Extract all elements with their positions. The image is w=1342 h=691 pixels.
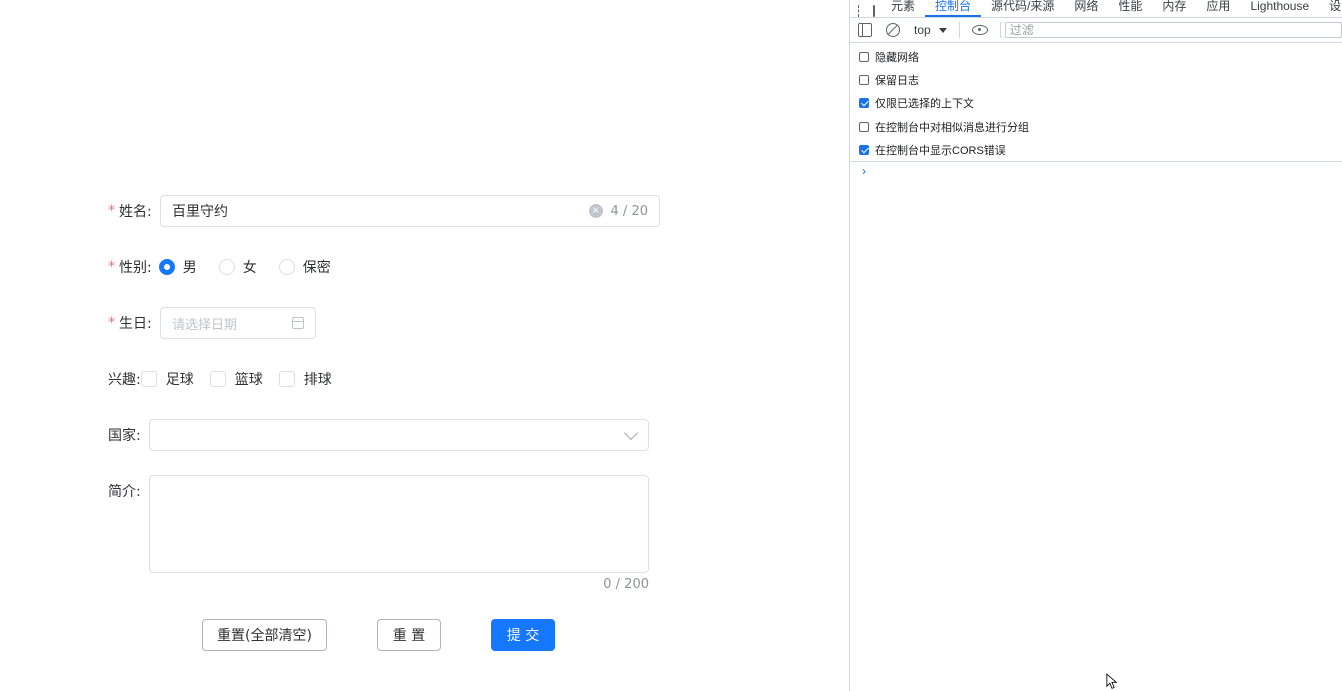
option-label: 隐藏网络 (875, 52, 919, 64)
gender-radio-group: 男 女 保密 (158, 257, 353, 277)
country-label: 国家: (108, 428, 141, 444)
checkbox[interactable] (859, 52, 869, 62)
radio-label: 男 (182, 260, 197, 276)
checkbox[interactable] (859, 122, 869, 132)
checkbox-box[interactable] (140, 371, 157, 387)
gender-label: 性别: (119, 260, 152, 276)
checkbox[interactable] (859, 75, 869, 85)
option-show-cors-errors[interactable]: 在控制台中显示CORS错误 (859, 142, 1006, 158)
hobbies-row: 兴趣: 足球 篮球 排球 (108, 369, 348, 389)
checkbox-box[interactable] (278, 371, 295, 387)
intro-textarea[interactable] (149, 475, 649, 573)
radio-label: 保密 (302, 260, 331, 276)
name-input-value: 百里守约 (172, 204, 228, 220)
mouse-cursor-icon (1106, 673, 1118, 689)
clear-icon[interactable]: × (588, 204, 603, 218)
intro-char-count: 0 / 200 (603, 577, 649, 592)
reset-all-button[interactable]: 重置(全部清空) (202, 619, 327, 651)
inspect-element-icon[interactable] (858, 5, 859, 17)
intro-label-row: 简介: (108, 481, 141, 501)
name-input[interactable]: 百里守约 × 4 / 20 (160, 195, 660, 227)
required-mark: * (108, 203, 115, 219)
birthday-date-picker[interactable]: 请选择日期 (160, 307, 316, 339)
context-selector-value: top (914, 23, 931, 37)
checkbox-label: 排球 (303, 372, 332, 388)
option-preserve-log[interactable]: 保留日志 (859, 72, 919, 88)
divider (850, 161, 1342, 162)
toolbar-divider (999, 22, 1001, 38)
checkbox-box[interactable] (209, 371, 226, 387)
form-area: * 姓名: 百里守约 × 4 / 20 * 性别: 男 女 保密 * 生日: 请… (0, 0, 849, 691)
intro-label: 简介: (108, 484, 141, 500)
radio-dot[interactable] (218, 259, 235, 275)
option-selected-context-only[interactable]: 仅限已选择的上下文 (859, 95, 974, 111)
country-label-row: 国家: (108, 425, 141, 445)
hobbies-label: 兴趣: (108, 372, 141, 388)
gender-radio-female[interactable]: 女 (218, 257, 257, 277)
hobby-checkbox-basketball[interactable]: 篮球 (209, 369, 263, 389)
option-hide-network[interactable]: 隐藏网络 (859, 49, 919, 65)
birthday-label: 生日: (119, 316, 152, 332)
reset-button[interactable]: 重 置 (377, 619, 441, 651)
devtools-tab-bar: 元素 控制台 源代码/来源 网络 性能 内存 应用 Lighthouse 设 (850, 0, 1342, 18)
tab-sources[interactable]: 源代码/来源 (981, 0, 1064, 17)
required-mark: * (108, 259, 115, 275)
gender-radio-secret[interactable]: 保密 (278, 257, 331, 277)
tab-elements[interactable]: 元素 (881, 0, 925, 17)
gender-radio-male[interactable]: 男 (158, 257, 197, 277)
option-label: 仅限已选择的上下文 (875, 98, 974, 110)
checkbox-checked[interactable] (859, 98, 869, 108)
chevron-down-icon (623, 425, 639, 441)
tab-console[interactable]: 控制台 (925, 0, 982, 17)
tab-lighthouse[interactable]: Lighthouse (1240, 0, 1319, 17)
device-toolbar-icon[interactable] (873, 5, 875, 17)
clear-console-icon[interactable] (886, 23, 900, 37)
gender-row: * 性别: 男 女 保密 (108, 257, 353, 277)
console-filter-input[interactable]: 过滤 (1004, 22, 1342, 38)
devtools-panel: 元素 控制台 源代码/来源 网络 性能 内存 应用 Lighthouse 设 t… (849, 0, 1342, 691)
name-label-row: * 姓名: (108, 201, 152, 221)
option-group-similar[interactable]: 在控制台中对相似消息进行分组 (859, 119, 1029, 135)
required-mark: * (108, 315, 115, 331)
submit-button[interactable]: 提 交 (491, 619, 555, 651)
tab-performance[interactable]: 性能 (1108, 0, 1152, 17)
hobby-checkbox-volleyball[interactable]: 排球 (278, 369, 332, 389)
calendar-icon (292, 317, 304, 329)
console-toolbar: top 过滤 (850, 18, 1342, 43)
country-select[interactable] (149, 419, 649, 451)
sidebar-toggle-icon[interactable] (858, 23, 872, 37)
name-label: 姓名: (119, 204, 152, 220)
option-label: 在控制台中对相似消息进行分组 (875, 122, 1029, 134)
tab-network[interactable]: 网络 (1064, 0, 1108, 17)
checkbox-label: 篮球 (234, 372, 263, 388)
hobby-checkbox-football[interactable]: 足球 (140, 369, 194, 389)
hobbies-checkbox-group: 足球 篮球 排球 (140, 369, 348, 389)
checkbox-checked[interactable] (859, 145, 869, 155)
eye-icon[interactable] (971, 25, 988, 35)
tab-settings-truncated[interactable]: 设 (1319, 0, 1342, 17)
radio-label: 女 (242, 260, 257, 276)
checkbox-label: 足球 (165, 372, 194, 388)
name-char-count: 4 / 20 (610, 203, 648, 219)
tab-application[interactable]: 应用 (1196, 0, 1240, 17)
radio-dot-checked[interactable] (158, 259, 175, 275)
tab-memory[interactable]: 内存 (1152, 0, 1196, 17)
date-placeholder: 请选择日期 (172, 317, 238, 333)
birthday-label-row: * 生日: (108, 313, 152, 333)
context-selector[interactable]: top (906, 23, 955, 37)
option-label: 保留日志 (875, 75, 919, 87)
option-label: 在控制台中显示CORS错误 (875, 145, 1006, 157)
radio-dot[interactable] (278, 259, 295, 275)
console-prompt-icon[interactable]: › (862, 164, 866, 178)
dropdown-arrow-icon (938, 27, 947, 33)
toolbar-divider (958, 22, 960, 38)
